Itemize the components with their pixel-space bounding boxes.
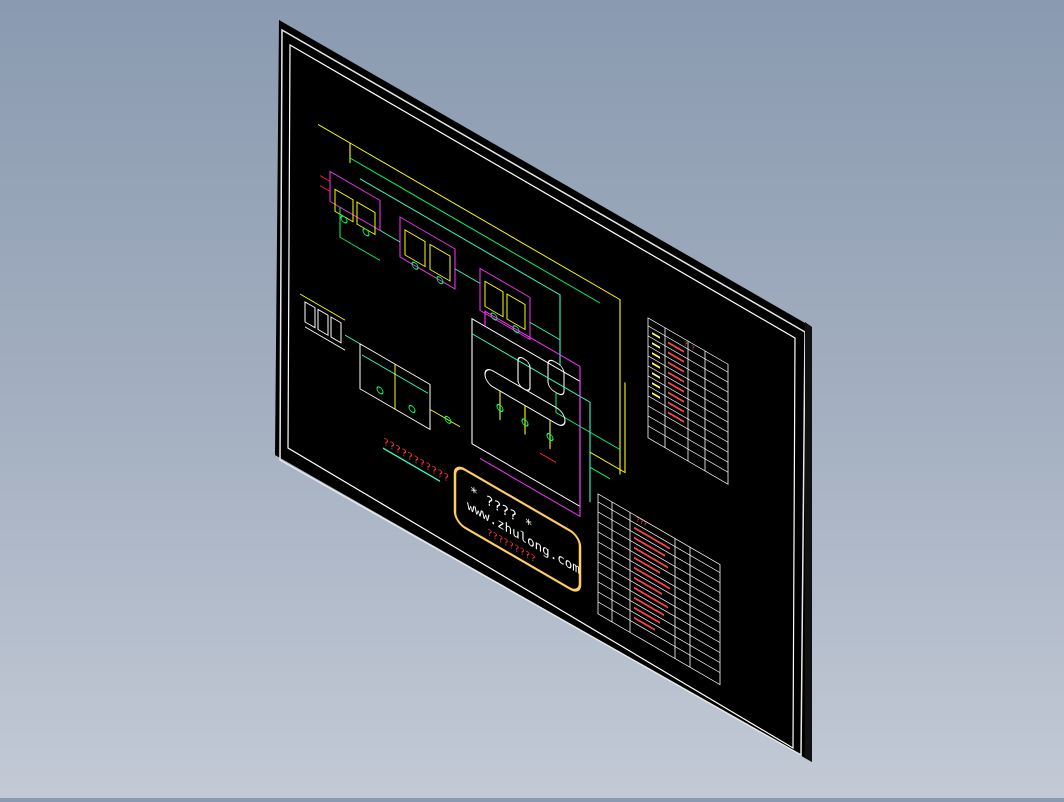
sheet-edge (805, 322, 812, 762)
sheet-face (275, 20, 812, 762)
cad-viewport[interactable]: ??????????? ? ? ??? * ???? * www.zhulong… (0, 0, 1064, 798)
drawing-sheet (275, 20, 812, 762)
drawing-canvas: ??????????? ? ? ??? * ???? * www.zhulong… (275, 20, 812, 762)
